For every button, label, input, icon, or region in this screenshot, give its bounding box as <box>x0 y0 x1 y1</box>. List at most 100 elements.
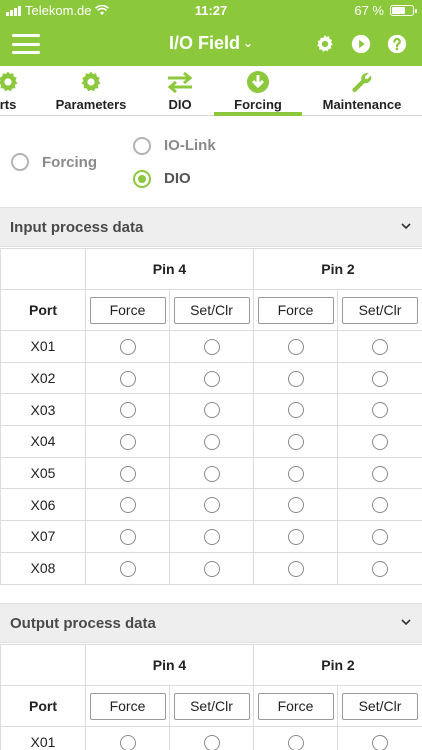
input-pin2-setclr-radio[interactable] <box>372 465 388 482</box>
tab-maintenance[interactable]: Maintenance <box>318 66 406 115</box>
tab-forcing[interactable]: Forcing <box>214 66 302 115</box>
output-table: Pin 4 Pin 2 Port Force Set/Clr Force Set… <box>0 644 422 750</box>
table-row: X03 <box>0 393 422 427</box>
input-pin4-force-radio[interactable] <box>119 370 136 387</box>
radio-cell <box>169 425 254 458</box>
pin2-force-button[interactable]: Force <box>257 296 334 324</box>
input-pin2-force-radio[interactable] <box>287 560 304 577</box>
input-pin4-setclr-radio[interactable] <box>203 402 220 419</box>
output-pin2-force-radio[interactable] <box>287 734 304 750</box>
radio-cell <box>85 361 170 395</box>
tab-dio[interactable]: DIO <box>150 66 210 115</box>
input-pin2-setclr-radio[interactable] <box>372 497 388 514</box>
input-pin2-force-radio[interactable] <box>287 338 304 355</box>
pin4-setclr-button[interactable]: Set/Clr <box>173 296 250 324</box>
iolink-radio[interactable] <box>133 137 151 155</box>
input-pin2-setclr-radio[interactable] <box>372 560 388 577</box>
radio-cell <box>253 726 338 750</box>
pin4-force-button[interactable]: Force <box>89 296 166 324</box>
page-title-text: I/O Field <box>168 33 240 53</box>
iolink-label: IO-Link <box>164 137 216 154</box>
input-pin4-setclr-radio[interactable] <box>203 338 220 355</box>
input-pin2-force-radio[interactable] <box>287 465 304 482</box>
tab-ports[interactable]: rts <box>0 66 30 115</box>
table-row: X01 <box>0 726 422 750</box>
input-table: Pin 4 Pin 2 Port Force Set/Clr Force Set… <box>0 248 422 585</box>
output-section-title: Output process data <box>10 615 156 632</box>
chevron-down-icon <box>401 223 411 230</box>
radio-cell <box>253 330 338 363</box>
tab-ports-label: rts <box>0 97 17 112</box>
output-pin4-setclr-radio[interactable] <box>203 734 220 750</box>
battery-percent: 67 % <box>354 3 384 18</box>
radio-cell <box>337 393 422 427</box>
input-pin4-force-radio[interactable] <box>119 497 136 514</box>
radio-cell <box>169 393 254 427</box>
pin4-force-button[interactable]: Force <box>89 692 166 720</box>
input-section-header[interactable]: Input process data <box>0 207 422 247</box>
tab-parameters[interactable]: Parameters <box>48 66 134 115</box>
input-pin2-setclr-radio[interactable] <box>372 434 388 451</box>
status-bar: Telekom.de 11:27 67 % <box>0 0 422 22</box>
input-pin4-setclr-radio[interactable] <box>203 497 220 514</box>
radio-cell <box>253 520 338 553</box>
input-pin2-setclr-radio[interactable] <box>372 529 388 546</box>
dio-radio[interactable] <box>133 170 151 188</box>
input-pin4-force-radio[interactable] <box>119 560 136 577</box>
port-name: X08 <box>0 551 86 585</box>
input-pin4-force-radio[interactable] <box>119 338 136 355</box>
pin4-header: Pin 4 <box>85 248 254 290</box>
port-name: X06 <box>0 488 86 522</box>
pin4-header: Pin 4 <box>85 644 254 686</box>
input-pin2-force-radio[interactable] <box>287 434 304 451</box>
pin4-setclr-button[interactable]: Set/Clr <box>173 692 250 720</box>
input-pin2-setclr-radio[interactable] <box>372 402 388 419</box>
gear-icon <box>0 71 18 92</box>
radio-cell <box>253 425 338 458</box>
input-pin4-force-radio[interactable] <box>119 402 136 419</box>
input-pin4-setclr-radio[interactable] <box>203 529 220 546</box>
tab-parameters-label: Parameters <box>55 97 127 112</box>
forcing-radio[interactable] <box>11 153 29 171</box>
radio-cell <box>337 361 422 395</box>
header-empty-cell <box>0 644 86 686</box>
radio-cell <box>253 488 338 522</box>
swap-arrows-icon <box>167 71 193 94</box>
input-pin2-force-radio[interactable] <box>287 402 304 419</box>
input-pin2-force-radio[interactable] <box>287 497 304 514</box>
input-pin2-setclr-radio[interactable] <box>372 370 388 387</box>
port-header: Port <box>0 685 86 727</box>
port-name: X07 <box>0 520 86 553</box>
pin2-force-button[interactable]: Force <box>257 692 334 720</box>
app-header: I/O Field ⌄ <box>0 22 422 66</box>
table-row: X05 <box>0 456 422 490</box>
tab-bar: rts Parameters DIO Forcing Maintenance <box>0 66 422 116</box>
radio-cell <box>253 361 338 395</box>
settings-sync-icon[interactable] <box>314 33 336 55</box>
table-row: X08 <box>0 551 422 585</box>
pin2-header: Pin 2 <box>253 644 422 686</box>
play-icon[interactable] <box>350 33 372 55</box>
input-pin4-setclr-radio[interactable] <box>203 434 220 451</box>
output-pin4-force-radio[interactable] <box>119 734 136 750</box>
input-pin2-force-radio[interactable] <box>287 370 304 387</box>
wrench-icon <box>352 72 372 93</box>
pin2-setclr-button[interactable]: Set/Clr <box>342 692 418 720</box>
help-icon[interactable] <box>386 33 408 55</box>
pin2-setclr-button[interactable]: Set/Clr <box>342 296 418 324</box>
output-section-header[interactable]: Output process data <box>0 603 422 643</box>
input-pin4-force-radio[interactable] <box>119 434 136 451</box>
input-pin4-force-radio[interactable] <box>119 465 136 482</box>
radio-cell <box>337 551 422 585</box>
input-pin4-setclr-radio[interactable] <box>203 560 220 577</box>
forcing-label: Forcing <box>42 154 97 171</box>
input-pin4-force-radio[interactable] <box>119 529 136 546</box>
input-pin4-setclr-radio[interactable] <box>203 370 220 387</box>
radio-cell <box>337 520 422 553</box>
radio-cell <box>337 456 422 490</box>
radio-cell <box>169 520 254 553</box>
input-pin2-setclr-radio[interactable] <box>372 338 388 355</box>
input-pin4-setclr-radio[interactable] <box>203 465 220 482</box>
output-pin2-setclr-radio[interactable] <box>372 734 388 750</box>
input-pin2-force-radio[interactable] <box>287 529 304 546</box>
